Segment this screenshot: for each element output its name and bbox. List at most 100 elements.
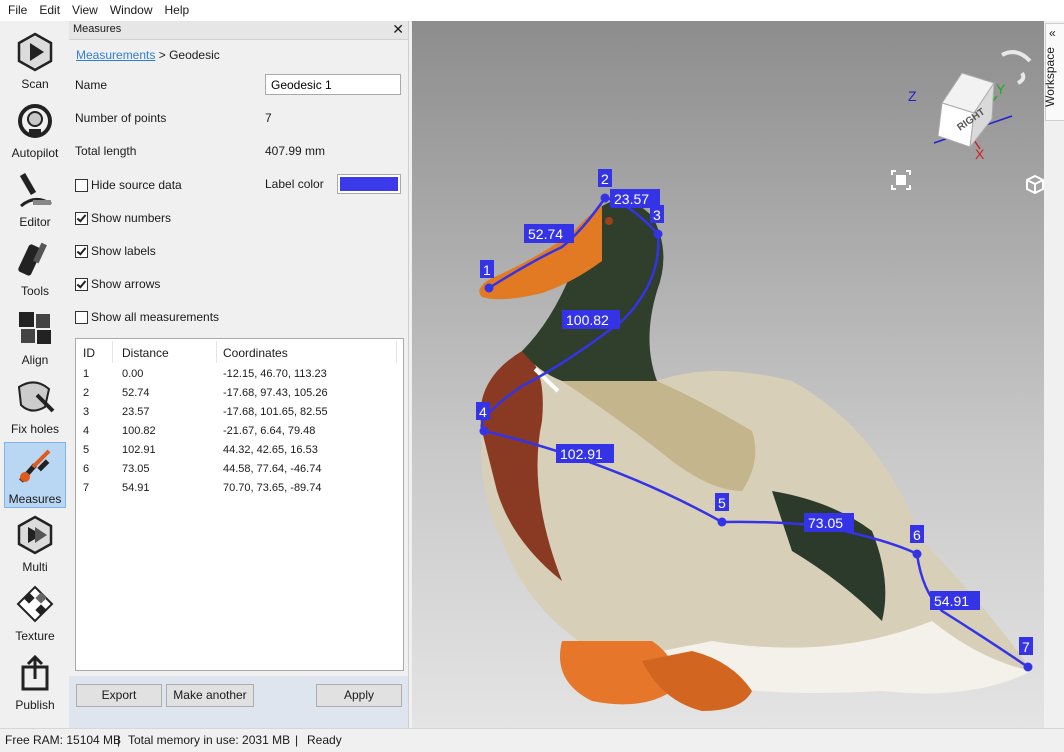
cell-coordinates: -21.67, 6.64, 79.48 xyxy=(223,425,316,437)
cell-id: 7 xyxy=(83,482,90,494)
tool-tools[interactable]: Tools xyxy=(4,235,66,301)
menu-window[interactable]: Window xyxy=(102,0,157,17)
show-all-measurements-checkbox[interactable]: Show all measurements xyxy=(75,310,219,324)
length-value: 407.99 mm xyxy=(265,144,326,158)
tool-label: Scan xyxy=(21,77,49,91)
align-icon xyxy=(19,312,51,344)
column-header-coordinates[interactable]: Coordinates xyxy=(223,346,288,360)
label-color-label: Label color xyxy=(265,177,324,191)
close-icon[interactable]: ✕ xyxy=(392,21,404,38)
table-row[interactable]: 2 52.74 -17.68, 97.43, 105.26 xyxy=(76,387,396,406)
tool-sidebar: Scan Autopilot Editor Tools Align Fix ho… xyxy=(0,21,70,728)
export-button[interactable]: Export xyxy=(76,684,162,707)
path-point[interactable] xyxy=(653,229,663,239)
workspace-sidebar: « Workspace xyxy=(1043,21,1064,728)
cell-distance: 0.00 xyxy=(122,368,144,380)
label-color-button[interactable] xyxy=(337,174,401,194)
3d-viewport[interactable]: 1 2 3 4 5 6 7 52.74 23.57 100.82 102.91 … xyxy=(412,21,1044,728)
tool-autopilot[interactable]: Autopilot xyxy=(4,97,66,163)
tool-label: Align xyxy=(21,353,49,367)
tool-label: Fix holes xyxy=(10,422,60,436)
tool-label: Multi xyxy=(22,560,48,574)
path-point[interactable] xyxy=(479,426,489,436)
status-separator: | xyxy=(295,733,299,747)
cell-coordinates: -17.68, 97.43, 105.26 xyxy=(223,387,328,399)
chevron-left-icon[interactable]: « xyxy=(1049,26,1056,40)
checkbox-box[interactable] xyxy=(75,244,88,258)
tool-publish[interactable]: Publish xyxy=(4,649,66,715)
name-label: Name xyxy=(75,78,108,92)
point-number-label: 7 xyxy=(1022,639,1030,655)
point-number-label: 4 xyxy=(479,404,487,420)
tool-fix-holes[interactable]: Fix holes xyxy=(4,373,66,439)
tool-align[interactable]: Align xyxy=(4,304,66,370)
checkbox-label: Hide source data xyxy=(91,178,182,192)
show-numbers-checkbox[interactable]: Show numbers xyxy=(75,211,171,225)
breadcrumb-link-measurements[interactable]: Measurements xyxy=(76,48,155,62)
cell-id: 4 xyxy=(83,425,90,437)
checkbox-box[interactable] xyxy=(75,178,88,192)
breadcrumb: Measurements > Geodesic xyxy=(76,48,220,62)
path-point[interactable] xyxy=(484,283,494,293)
tool-editor[interactable]: Editor xyxy=(4,166,66,232)
menu-file[interactable]: File xyxy=(0,0,31,17)
cell-distance: 23.57 xyxy=(122,406,150,418)
tool-label: Autopilot xyxy=(11,146,59,160)
show-arrows-checkbox[interactable]: Show arrows xyxy=(75,277,160,291)
points-label: Number of points xyxy=(75,111,167,125)
fit-view-icon[interactable] xyxy=(891,170,911,190)
column-divider xyxy=(216,341,217,363)
status-memory: Total memory in use: 2031 MB xyxy=(128,733,291,747)
menu-help[interactable]: Help xyxy=(157,0,194,17)
view-cube-icon[interactable] xyxy=(1026,174,1044,195)
checkbox-box[interactable] xyxy=(75,211,88,225)
path-point[interactable] xyxy=(600,193,610,203)
path-point[interactable] xyxy=(1023,662,1033,672)
workspace-tab[interactable]: « Workspace xyxy=(1043,23,1064,121)
table-row[interactable]: 6 73.05 44.58, 77.64, -46.74 xyxy=(76,463,396,482)
table-row[interactable]: 4 100.82 -21.67, 6.64, 79.48 xyxy=(76,425,396,444)
column-header-distance[interactable]: Distance xyxy=(122,346,169,360)
point-number-label: 5 xyxy=(718,495,726,511)
navigation-cube[interactable]: RIGHT Z Y X xyxy=(908,72,1013,162)
tool-label: Texture xyxy=(15,629,55,643)
path-point[interactable] xyxy=(912,549,922,559)
panel-titlebar: Measures ✕ xyxy=(69,21,408,40)
segment-length-label: 73.05 xyxy=(808,515,843,531)
breadcrumb-current: Geodesic xyxy=(169,48,220,62)
status-separator: | xyxy=(117,733,121,747)
table-row[interactable]: 1 0.00 -12.15, 46.70, 113.23 xyxy=(76,368,396,387)
name-input[interactable] xyxy=(265,74,401,95)
column-header-id[interactable]: ID xyxy=(83,346,95,360)
cell-distance: 100.82 xyxy=(122,425,156,437)
segment-length-label: 54.91 xyxy=(934,593,969,609)
table-row[interactable]: 3 23.57 -17.68, 101.65, 82.55 xyxy=(76,406,396,425)
show-labels-checkbox[interactable]: Show labels xyxy=(75,244,156,258)
table-row[interactable]: 5 102.91 44.32, 42.65, 16.53 xyxy=(76,444,396,463)
tool-measures[interactable]: Measures xyxy=(4,442,66,508)
cell-distance: 102.91 xyxy=(122,444,156,456)
table-row[interactable]: 7 54.91 70.70, 73.65, -89.74 xyxy=(76,482,396,501)
panel-title: Measures xyxy=(73,23,122,35)
hide-source-checkbox[interactable]: Hide source data xyxy=(75,178,182,192)
tool-scan[interactable]: Scan xyxy=(4,28,66,94)
measures-panel: Measures ✕ Measurements > Geodesic Name … xyxy=(69,21,409,728)
menu-view[interactable]: View xyxy=(64,0,102,17)
checkbox-box[interactable] xyxy=(75,277,88,291)
menu-edit[interactable]: Edit xyxy=(31,0,64,17)
rotate-icon[interactable] xyxy=(1001,50,1032,85)
make-another-button[interactable]: Make another xyxy=(166,684,254,707)
cell-distance: 54.91 xyxy=(122,482,150,494)
viewport-canvas[interactable]: 1 2 3 4 5 6 7 52.74 23.57 100.82 102.91 … xyxy=(412,21,1044,728)
apply-button[interactable]: Apply xyxy=(316,684,402,707)
path-point[interactable] xyxy=(717,517,727,527)
segment-length-label: 52.74 xyxy=(528,226,563,242)
cell-coordinates: -12.15, 46.70, 113.23 xyxy=(223,368,327,380)
tool-texture[interactable]: Texture xyxy=(4,580,66,646)
status-bar: Free RAM: 15104 MB | Total memory in use… xyxy=(0,728,1064,752)
tool-multi[interactable]: Multi xyxy=(4,511,66,577)
cell-coordinates: -17.68, 101.65, 82.55 xyxy=(223,406,328,418)
breadcrumb-separator: > xyxy=(155,48,170,62)
checkbox-box[interactable] xyxy=(75,310,88,324)
cell-id: 3 xyxy=(83,406,90,418)
